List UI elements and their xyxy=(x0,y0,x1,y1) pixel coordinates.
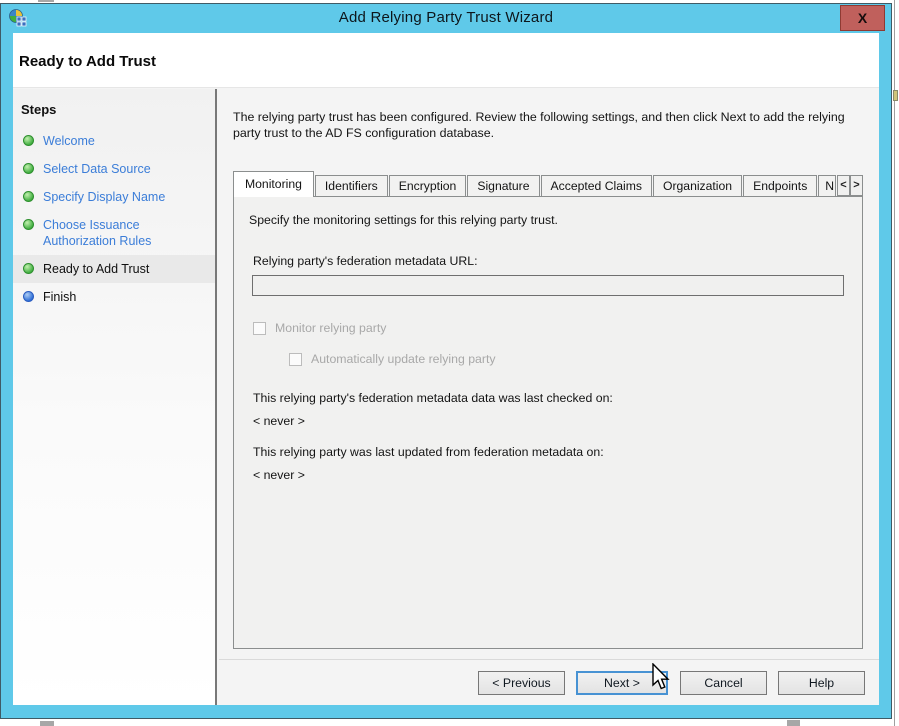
step-completed-icon xyxy=(23,163,34,174)
step-completed-icon xyxy=(23,219,34,230)
monitor-relying-party-checkbox-row: Monitor relying party xyxy=(253,321,862,335)
auto-update-relying-party-label: Automatically update relying party xyxy=(311,352,496,366)
last-updated-label: This relying party was last updated from… xyxy=(253,445,862,459)
main-pane: The relying party trust has been configu… xyxy=(219,89,879,705)
step-upcoming-icon xyxy=(23,291,34,302)
previous-button[interactable]: < Previous xyxy=(478,671,565,695)
page-title: Ready to Add Trust xyxy=(13,33,879,70)
titlebar[interactable]: Add Relying Party Trust Wizard X xyxy=(1,4,891,32)
tab-strip: Monitoring Identifiers Encryption Signat… xyxy=(233,170,863,196)
tab-signature[interactable]: Signature xyxy=(467,175,539,196)
tab-truncated[interactable]: N xyxy=(818,175,836,196)
auto-update-relying-party-checkbox-row: Automatically update relying party xyxy=(289,352,862,366)
federation-metadata-url-input xyxy=(252,275,844,296)
sidebar-item-finish[interactable]: Finish xyxy=(13,283,215,311)
sidebar-item-choose-issuance-authorization-rules[interactable]: Choose Issuance Authorization Rules xyxy=(13,211,215,255)
background-artifact xyxy=(40,721,54,726)
checkbox-unchecked-icon xyxy=(289,353,302,366)
page-description: The relying party trust has been configu… xyxy=(233,110,875,141)
background-window-edge xyxy=(894,0,895,726)
last-updated-value: < never > xyxy=(253,468,862,482)
next-button[interactable]: Next > xyxy=(576,671,668,695)
steps-sidebar: Steps Welcome Select Data Source Specify… xyxy=(13,89,217,705)
sidebar-item-welcome[interactable]: Welcome xyxy=(13,127,215,155)
monitoring-intro-text: Specify the monitoring settings for this… xyxy=(249,213,862,227)
step-completed-icon xyxy=(23,191,34,202)
last-checked-value: < never > xyxy=(253,414,862,428)
footer-button-bar: < Previous Next > Cancel Help xyxy=(219,659,879,705)
background-artifact xyxy=(38,0,54,2)
tab-endpoints[interactable]: Endpoints xyxy=(743,175,817,196)
tab-scroll-right-icon[interactable]: > xyxy=(850,175,863,196)
step-label: Select Data Source xyxy=(43,162,151,176)
help-button[interactable]: Help xyxy=(778,671,865,695)
step-label: Specify Display Name xyxy=(43,190,165,204)
tab-organization[interactable]: Organization xyxy=(653,175,742,196)
window-body: Ready to Add Trust Steps Welcome Select … xyxy=(13,33,879,705)
tab-identifiers[interactable]: Identifiers xyxy=(315,175,388,196)
sidebar-item-ready-to-add-trust[interactable]: Ready to Add Trust xyxy=(13,255,215,283)
background-artifact xyxy=(787,720,800,726)
step-current-icon xyxy=(23,263,34,274)
steps-title: Steps xyxy=(21,102,215,117)
tab-encryption[interactable]: Encryption xyxy=(389,175,467,196)
close-icon[interactable]: X xyxy=(840,5,885,31)
step-label: Ready to Add Trust xyxy=(43,262,149,276)
step-label: Welcome xyxy=(43,134,95,148)
step-completed-icon xyxy=(23,135,34,146)
wizard-window: Add Relying Party Trust Wizard X Ready t… xyxy=(0,3,892,719)
settings-tabs-region: Monitoring Identifiers Encryption Signat… xyxy=(233,170,863,649)
window-title: Add Relying Party Trust Wizard xyxy=(1,9,891,26)
background-artifact xyxy=(893,90,898,101)
step-label: Finish xyxy=(43,290,76,304)
monitoring-tab-panel: Specify the monitoring settings for this… xyxy=(233,196,863,649)
monitor-relying-party-label: Monitor relying party xyxy=(275,321,386,335)
tab-monitoring[interactable]: Monitoring xyxy=(233,171,314,197)
last-checked-label: This relying party's federation metadata… xyxy=(253,391,862,405)
federation-metadata-url-label: Relying party's federation metadata URL: xyxy=(253,254,862,268)
sidebar-item-specify-display-name[interactable]: Specify Display Name xyxy=(13,183,215,211)
tab-scroll-left-icon[interactable]: < xyxy=(837,175,850,196)
checkbox-unchecked-icon xyxy=(253,322,266,335)
sidebar-item-select-data-source[interactable]: Select Data Source xyxy=(13,155,215,183)
cancel-button[interactable]: Cancel xyxy=(680,671,767,695)
step-label: Choose Issuance Authorization Rules xyxy=(43,218,151,248)
tab-accepted-claims[interactable]: Accepted Claims xyxy=(541,175,652,196)
page-header: Ready to Add Trust xyxy=(13,33,879,88)
